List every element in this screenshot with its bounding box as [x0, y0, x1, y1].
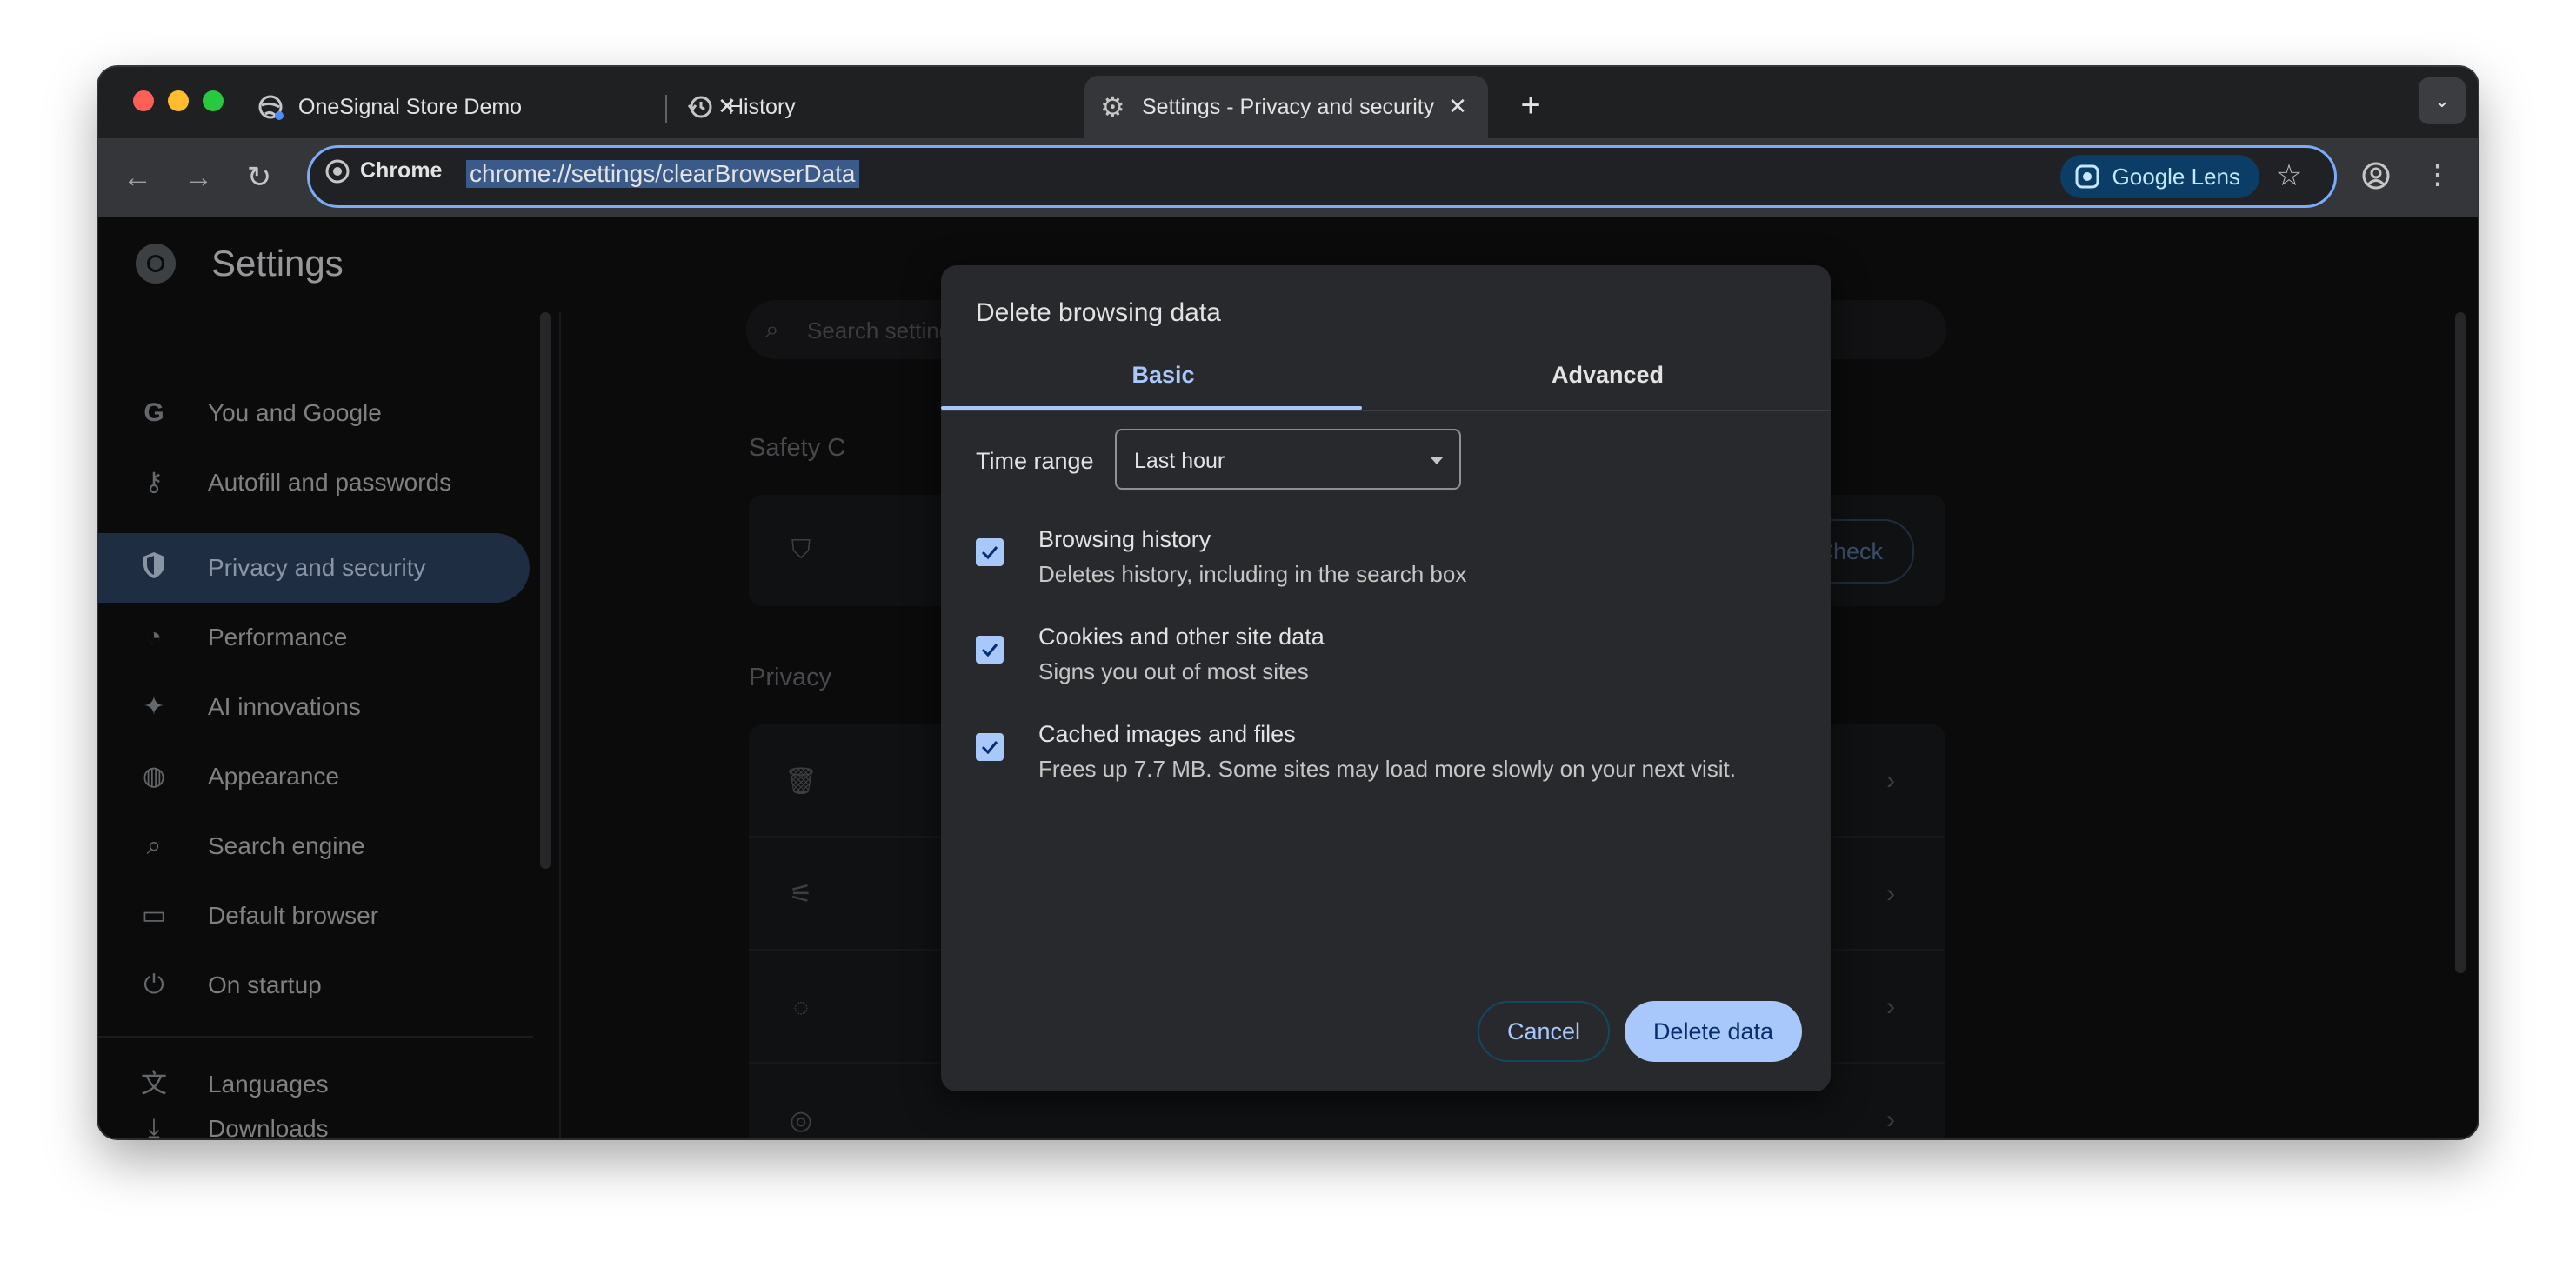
option-title: Browsing history — [1038, 526, 1211, 552]
forward-button[interactable]: → — [177, 156, 220, 199]
time-range-select[interactable]: Last hour — [1115, 429, 1461, 490]
checkmark-icon — [981, 644, 998, 657]
tab-onesignal[interactable]: OneSignal Store Demo ✕ — [257, 76, 761, 138]
tab-settings[interactable]: ⚙ Settings - Privacy and security ✕ — [1084, 76, 1488, 138]
tab-strip: OneSignal Store Demo ✕ History ✕ ⚙ Setti… — [98, 67, 2478, 138]
reload-button[interactable]: ↻ — [237, 156, 281, 199]
globe-icon — [257, 93, 284, 121]
checkmark-icon — [981, 741, 998, 755]
minimize-window-button[interactable] — [168, 90, 189, 111]
tab-advanced[interactable]: Advanced — [1385, 349, 1830, 401]
tab-separator — [665, 95, 667, 123]
chrome-icon — [325, 159, 350, 184]
new-tab-button[interactable]: + — [1510, 86, 1552, 128]
option-title: Cookies and other site data — [1038, 624, 1325, 650]
tab-search-button[interactable]: ⌄ — [2419, 77, 2466, 124]
google-lens-button[interactable]: Google Lens — [2059, 155, 2259, 198]
profile-button[interactable] — [2354, 154, 2398, 197]
browser-window: OneSignal Store Demo ✕ History ✕ ⚙ Setti… — [98, 67, 2478, 1138]
cancel-button[interactable]: Cancel — [1478, 1001, 1610, 1062]
delete-data-button[interactable]: Delete data — [1625, 1001, 1802, 1062]
dialog-title: Delete browsing data — [976, 298, 1221, 327]
bookmark-star-icon[interactable]: ☆ — [2272, 158, 2306, 193]
history-icon — [686, 93, 714, 121]
toolbar: ← → ↻ Chrome chrome://settings/clearBrow… — [98, 138, 2478, 217]
close-tab-icon[interactable]: ✕ — [1445, 93, 1471, 119]
close-window-button[interactable] — [133, 90, 154, 111]
more-menu-button[interactable]: ⋮ — [2416, 154, 2459, 197]
delete-browsing-data-dialog: Delete browsing data Basic Advanced Time… — [941, 265, 1831, 1091]
tab-divider — [941, 410, 1831, 411]
option-cookies: Cookies and other site data Signs you ou… — [976, 624, 1793, 702]
time-range-label: Time range — [976, 448, 1094, 474]
option-description: Deletes history, including in the search… — [1038, 561, 1467, 587]
chip-label: Chrome — [360, 158, 443, 183]
option-description: Frees up 7.7 MB. Some sites may load mor… — [1038, 756, 1736, 782]
chevron-down-icon: ⌄ — [2433, 90, 2451, 111]
option-cached-images: Cached images and files Frees up 7.7 MB.… — [976, 721, 1793, 799]
time-range-value: Last hour — [1134, 449, 1225, 473]
checkmark-icon — [981, 546, 998, 560]
tab-title: OneSignal Store Demo — [298, 94, 523, 119]
back-button[interactable]: ← — [116, 156, 159, 199]
dropdown-arrow-icon — [1430, 457, 1444, 464]
cached-images-checkbox[interactable] — [976, 733, 1004, 761]
zoom-window-button[interactable] — [203, 90, 224, 111]
lens-label: Google Lens — [2112, 163, 2240, 190]
address-bar[interactable]: Chrome chrome://settings/clearBrowserDat… — [307, 145, 2337, 208]
tab-basic[interactable]: Basic — [941, 349, 1385, 401]
lens-icon — [2074, 164, 2100, 190]
tab-title: Settings - Privacy and security — [1142, 94, 1435, 119]
cookies-checkbox[interactable] — [976, 636, 1004, 664]
option-browsing-history: Browsing history Deletes history, includ… — [976, 526, 1793, 604]
gear-icon: ⚙ — [1100, 91, 1125, 123]
option-description: Signs you out of most sites — [1038, 658, 1309, 684]
site-info-chip[interactable]: Chrome — [325, 158, 442, 184]
option-title: Cached images and files — [1038, 721, 1296, 747]
tab-title: History — [728, 94, 796, 119]
url-text[interactable]: chrome://settings/clearBrowserData — [466, 160, 859, 188]
browsing-history-checkbox[interactable] — [976, 538, 1004, 566]
